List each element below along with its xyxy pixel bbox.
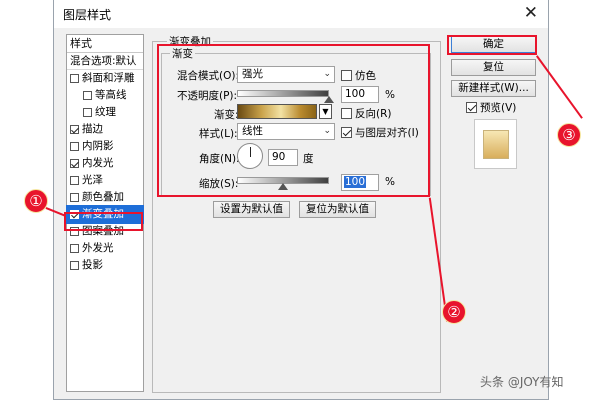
style-item-label: 光泽 [82,174,103,186]
style-item-4[interactable]: 描边 [67,121,143,138]
style-item-label: 内发光 [82,157,114,169]
style-item-5[interactable]: 内阴影 [67,138,143,155]
annotation-marker-3: ③ [557,123,581,147]
preview-checkbox-box[interactable] [466,102,477,113]
styles-list-header[interactable]: 样式 [67,35,143,53]
highlight-ok-button [447,35,537,55]
style-item-6[interactable]: 内发光 [67,155,143,172]
screenshot-canvas: 图层样式 ✕ 样式 混合选项:默认 斜面和浮雕等高线纹理描边内阴影内发光光泽颜色… [0,0,600,400]
annotation-marker-1: ① [24,189,48,213]
style-items: 斜面和浮雕 等高线 纹理 描边 内阴影 内发光 光泽 颜色叠加 渐变叠加 图案叠加 外发光 投影 [66,70,144,274]
style-item-checkbox[interactable] [70,142,79,151]
highlight-gradient-settings [157,44,430,197]
style-item-checkbox[interactable] [70,261,79,270]
new-style-button[interactable]: 新建样式(W)... [451,80,536,97]
set-as-default-button[interactable]: 设置为默认值 [213,201,290,218]
close-icon[interactable]: ✕ [524,3,538,23]
style-item-3[interactable]: 纹理 [67,104,143,121]
style-item-label: 描边 [82,123,103,135]
preview-label: 预览(V) [480,102,517,114]
style-item-checkbox[interactable] [70,244,79,253]
style-item-label: 颜色叠加 [82,191,124,203]
preview-swatch [483,130,509,159]
highlight-gradient-overlay-item [64,212,143,231]
reset-button[interactable]: 复位 [451,59,536,76]
title-bar: 图层样式 ✕ [54,0,548,28]
blending-options-label: 混合选项:默认 [70,54,137,67]
style-item-label: 斜面和浮雕 [82,72,135,84]
style-item-1[interactable]: 斜面和浮雕 [67,70,143,87]
style-item-checkbox[interactable] [70,74,79,83]
style-preview-thumbnail [474,119,517,169]
style-item-11[interactable]: 外发光 [67,240,143,257]
watermark: 头条 @JOY有知 [480,375,564,389]
style-item-12[interactable]: 投影 [67,257,143,274]
annotation-marker-2: ② [442,300,466,324]
dialog-title: 图层样式 [63,8,112,22]
preview-checkbox[interactable]: 预览(V) [466,100,516,115]
style-item-checkbox[interactable] [70,176,79,185]
reset-to-default-button[interactable]: 复位为默认值 [299,201,376,218]
style-item-8[interactable]: 颜色叠加 [67,189,143,206]
blending-options-default[interactable]: 混合选项:默认 [67,53,143,70]
style-item-label: 内阴影 [82,140,114,152]
style-item-checkbox[interactable] [70,193,79,202]
style-item-2[interactable]: 等高线 [67,87,143,104]
style-item-7[interactable]: 光泽 [67,172,143,189]
style-item-checkbox[interactable] [83,108,92,117]
style-item-label: 外发光 [82,242,114,254]
style-item-label: 等高线 [95,89,127,101]
style-item-checkbox[interactable] [70,159,79,168]
style-item-label: 投影 [82,259,103,271]
style-item-checkbox[interactable] [70,125,79,134]
style-item-checkbox[interactable] [83,91,92,100]
style-item-label: 纹理 [95,106,116,118]
